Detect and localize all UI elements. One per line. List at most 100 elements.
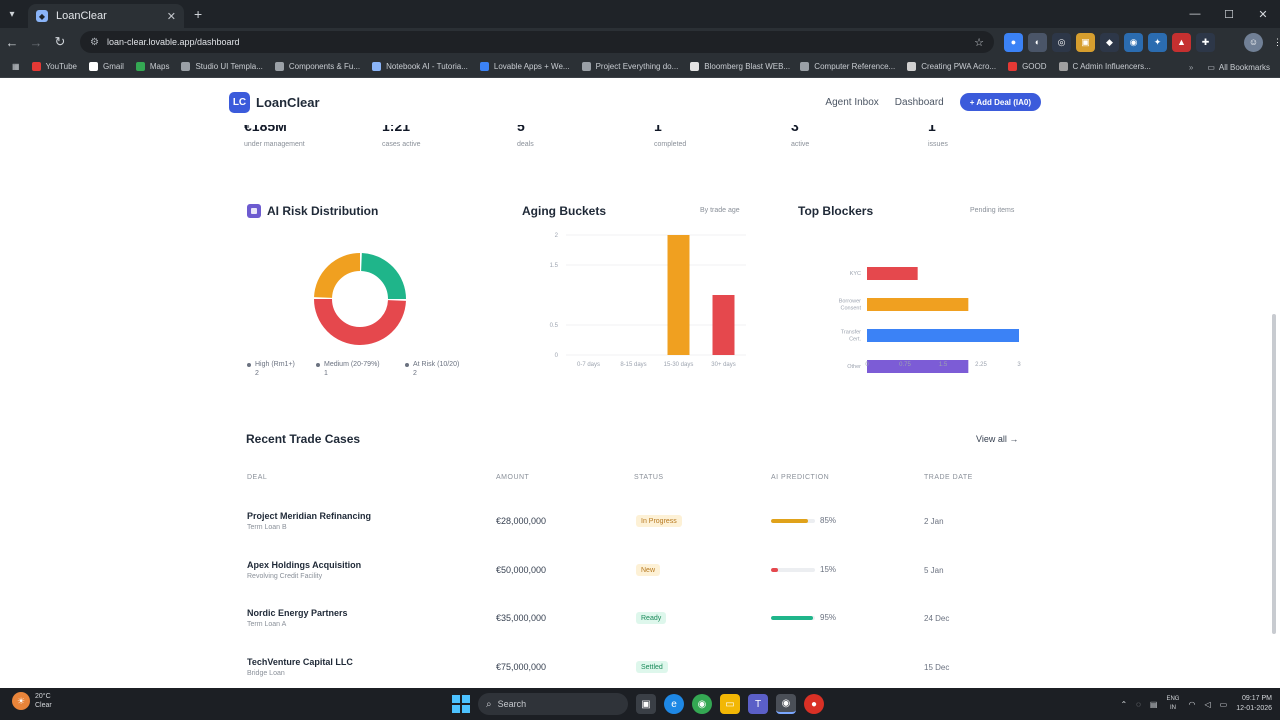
legend-item: At Risk (10/20) 2 [405,360,477,378]
apps-grid-icon[interactable]: ▦ [6,56,26,78]
close-window-icon[interactable]: ✕ [1246,0,1280,28]
stat-value: 1 [928,118,936,134]
weather-icon: ☀ [12,692,30,710]
task-view-icon[interactable]: ▣ [636,694,656,714]
more-bookmarks-icon[interactable]: » [1189,63,1193,72]
col-header-trade-date[interactable]: TRADE DATE [924,474,973,481]
battery-icon[interactable]: ▭ [1220,700,1228,709]
aging-bar[interactable] [667,235,690,355]
clock[interactable]: 09:17 PM 12-01-2026 [1236,694,1272,714]
tray-app-icon[interactable]: ▤ [1150,700,1158,709]
extensions-puzzle-icon[interactable]: ✚ [1196,32,1215,52]
tab-close-icon[interactable]: ✕ [167,10,176,23]
prediction-bar [771,616,815,620]
bookmark-item[interactable]: Studio UI Templa... [175,56,268,78]
bookmark-item[interactable]: Creating PWA Acro... [901,56,1002,78]
bookmark-item[interactable]: Gmail [83,56,130,78]
status-badge: Settled [636,661,668,673]
bookmark-favicon-icon [372,62,382,71]
deal-name[interactable]: Nordic Energy Partners [247,608,348,618]
bookmark-item[interactable]: C Admin Influencers... [1053,56,1157,78]
deal-name[interactable]: Apex Holdings Acquisition [247,560,361,570]
new-tab-icon[interactable]: + [194,6,202,22]
back-icon[interactable]: ← [0,28,24,56]
teams-icon[interactable]: T [748,694,768,714]
blocker-bar[interactable] [867,360,969,373]
bookmark-label: Studio UI Templa... [195,62,263,71]
minimize-icon[interactable]: — [1178,0,1212,28]
weather-widget[interactable]: ☀ 20°C Clear [12,692,52,710]
bookmark-item[interactable]: GOOD [1002,56,1052,78]
tray-overflow-icon[interactable]: ⌃ [1120,700,1127,709]
weather-desc: Clear [35,702,52,709]
extension-icon[interactable]: ◎ [1052,32,1071,52]
blocker-bar[interactable] [867,329,1019,342]
x-tick-label: 8-15 days [620,362,646,368]
donut-slice-medium[interactable] [314,253,361,299]
url-input[interactable]: ⚙ loan-clear.lovable.app/dashboard ☆ [80,31,994,53]
bookmark-favicon-icon [907,62,917,71]
nav-agent-inbox[interactable]: Agent Inbox [825,97,878,108]
taskbar-search[interactable]: ⌕ Search [478,693,628,715]
col-header-prediction[interactable]: AI PREDICTION [771,474,829,481]
y-tick-label: Cert. [849,337,861,343]
stat-card: 3 active [791,119,809,148]
volume-icon[interactable]: ◁ [1204,700,1210,709]
donut-slice-high[interactable] [314,298,406,345]
extension-icon[interactable]: ◐ [1028,32,1047,52]
extension-icon[interactable]: ◆ [1100,32,1119,52]
chrome-icon[interactable]: ◉ [692,694,712,714]
chrome-active-icon[interactable]: ◉ [776,694,796,714]
extension-icon[interactable]: ▲ [1172,32,1191,52]
browser-tab[interactable]: ◆ LoanClear ✕ [28,4,184,28]
all-bookmarks[interactable]: » ▭ All Bookmarks [1189,56,1270,78]
bookmark-item[interactable]: Project Everything do... [576,56,685,78]
language-indicator[interactable]: ENG IN [1166,695,1179,713]
extension-icon[interactable]: ◉ [1124,32,1143,52]
weather-temp: 20°C [35,693,51,700]
site-info-icon[interactable]: ⚙ [90,37,99,48]
edge-browser-icon[interactable]: e [664,694,684,714]
col-header-status[interactable]: STATUS [634,474,664,481]
col-header-amount[interactable]: AMOUNT [496,474,529,481]
view-all-link[interactable]: View all → [976,434,1018,444]
extension-icon[interactable]: ✦ [1148,32,1167,52]
col-header-deal[interactable]: DEAL [247,474,267,481]
extension-icon[interactable]: ● [1004,32,1023,52]
trade-date: 5 Jan [924,566,944,575]
maximize-icon[interactable]: ☐ [1212,0,1246,28]
file-explorer-icon[interactable]: ▭ [720,694,740,714]
bookmark-item[interactable]: YouTube [26,56,83,78]
stat-label: active [791,141,810,148]
reload-icon[interactable]: ↻ [48,28,72,56]
y-tick-label: Other [847,364,861,370]
bookmark-label: Lovable Apps + We... [493,62,570,71]
deal-name[interactable]: TechVenture Capital LLC [247,657,353,667]
bookmark-item[interactable]: Lovable Apps + We... [474,56,576,78]
aging-bar[interactable] [712,295,735,355]
wifi-icon[interactable]: ◠ [1188,700,1195,709]
recorder-icon[interactable]: ● [804,694,824,714]
legend-count: 1 [324,370,328,377]
tab-search-icon[interactable]: ▾ [0,0,24,28]
bookmark-item[interactable]: Components & Fu... [269,56,366,78]
bookmark-label: Gmail [103,62,124,71]
blocker-bar[interactable] [867,267,918,280]
page-scrollbar[interactable] [1272,314,1276,634]
bookmark-item[interactable]: Bloomberg Blast WEB... [684,56,794,78]
extension-icon[interactable]: ▣ [1076,32,1095,52]
profile-avatar-icon[interactable]: ☺ [1244,32,1263,52]
nav-dashboard[interactable]: Dashboard [895,97,944,108]
donut-slice-low[interactable] [360,253,406,300]
browser-menu-icon[interactable]: ⋮ [1268,33,1280,52]
stat-card: 1 issues [928,119,948,148]
bookmark-item[interactable]: Computer Reference... [794,56,901,78]
new-deal-button[interactable]: + Add Deal (IA0) [959,93,1041,111]
deal-name[interactable]: Project Meridian Refinancing [247,511,371,521]
windows-start-icon[interactable] [452,695,470,713]
blocker-bar[interactable] [867,298,969,311]
bookmark-star-icon[interactable]: ☆ [974,36,984,49]
forward-icon[interactable]: → [24,28,48,56]
bookmark-item[interactable]: Notebook AI - Tutoria... [366,56,474,78]
bookmark-item[interactable]: Maps [130,56,176,78]
